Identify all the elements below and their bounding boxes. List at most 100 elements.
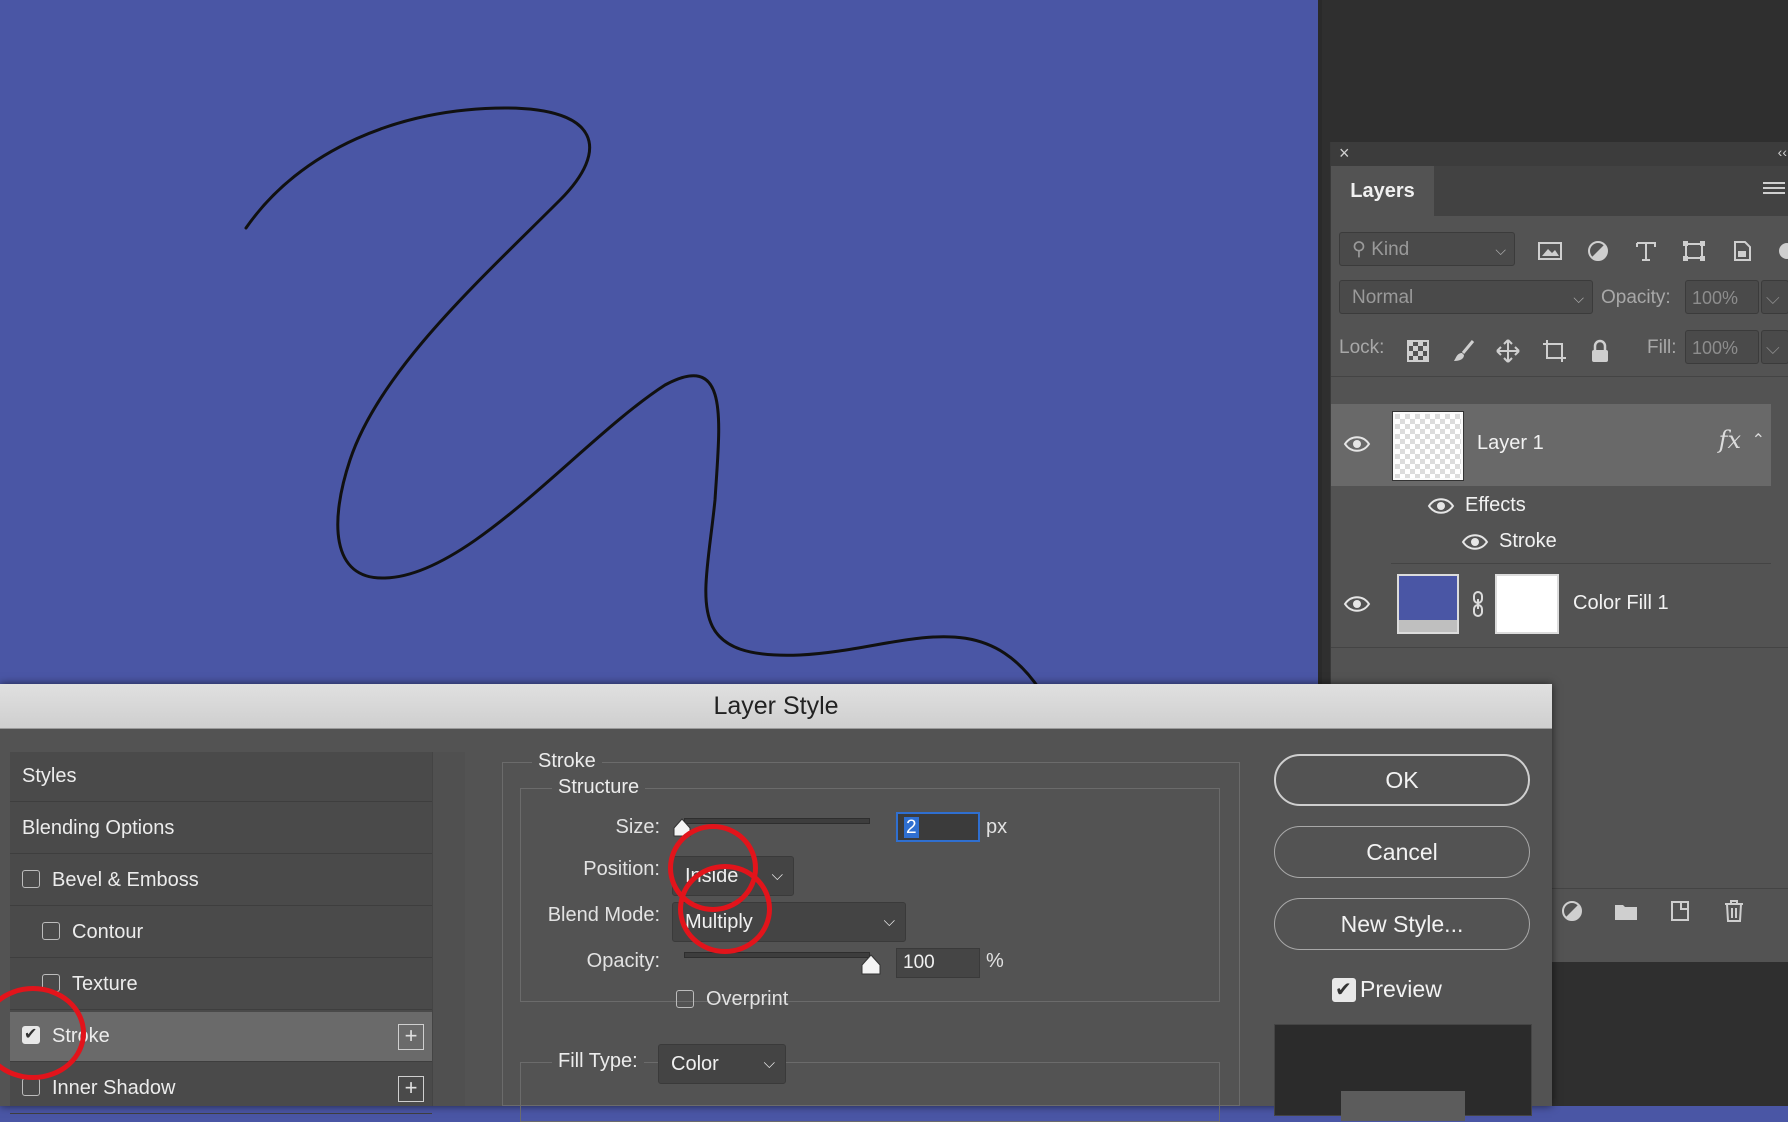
chevron-down-icon: ⌵ — [883, 913, 895, 930]
overprint-checkbox[interactable] — [676, 990, 694, 1008]
structure-group-title: Structure — [552, 776, 646, 799]
type-layer-filter-icon[interactable] — [1633, 240, 1659, 262]
layer-fill-field[interactable]: 100% — [1685, 330, 1759, 364]
position-value: Inside — [685, 865, 739, 887]
visibility-eye-icon[interactable] — [1343, 434, 1371, 454]
visibility-eye-icon[interactable] — [1427, 496, 1455, 516]
stroke-group-title: Stroke — [532, 750, 602, 773]
lock-transparent-pixels-icon[interactable] — [1405, 338, 1431, 364]
size-input[interactable]: 2 — [896, 812, 980, 842]
layer-mask-thumbnail[interactable] — [1495, 574, 1559, 634]
divider — [1331, 647, 1788, 648]
ok-button[interactable]: OK — [1274, 754, 1530, 806]
bevel-emboss-checkbox[interactable] — [22, 870, 40, 888]
style-item-stroke[interactable]: Stroke + — [10, 1012, 432, 1062]
style-item-label: Stroke — [52, 1025, 110, 1047]
opacity-label: Opacity: — [586, 950, 660, 972]
size-slider-thumb[interactable] — [672, 818, 692, 838]
lock-artboard-icon[interactable] — [1541, 338, 1567, 364]
lock-image-pixels-icon[interactable] — [1451, 338, 1477, 364]
style-item-texture[interactable]: Texture — [10, 960, 432, 1010]
style-item-styles[interactable]: Styles — [10, 752, 432, 802]
fill-dropdown-toggle[interactable]: ⌵ — [1761, 330, 1788, 364]
contour-checkbox[interactable] — [42, 922, 60, 940]
lock-position-icon[interactable] — [1495, 338, 1521, 364]
layer-name[interactable]: Layer 1 — [1477, 432, 1544, 455]
layer-name[interactable]: Color Fill 1 — [1573, 592, 1669, 615]
trash-icon[interactable] — [1721, 899, 1747, 923]
lock-label: Lock: — [1339, 337, 1385, 358]
style-item-bevel-emboss[interactable]: Bevel & Emboss — [10, 856, 432, 906]
fx-icon[interactable]: fx — [1719, 426, 1741, 454]
new-style-button[interactable]: New Style... — [1274, 898, 1530, 950]
lock-fill-row: Lock: Fill: 100% ⌵ — [1331, 326, 1788, 374]
lock-all-icon[interactable] — [1587, 338, 1613, 364]
document-canvas[interactable] — [0, 0, 1322, 690]
styles-list-scrollbar[interactable] — [432, 752, 465, 1106]
link-icon[interactable] — [1471, 590, 1485, 618]
position-select[interactable]: Inside ⌵ — [672, 856, 794, 896]
position-label: Position: — [583, 858, 660, 880]
opacity-dropdown-toggle[interactable]: ⌵ — [1761, 280, 1788, 314]
layer-thumbnail — [1392, 411, 1464, 481]
opacity-unit: % — [986, 950, 1004, 972]
stroke-effect-row[interactable]: Stroke — [1331, 524, 1771, 562]
panel-menu-icon[interactable] — [1763, 182, 1785, 196]
chevron-down-icon: ⌵ — [1766, 338, 1780, 358]
add-stroke-icon[interactable]: + — [398, 1024, 424, 1050]
layer-opacity-field[interactable]: 100% — [1685, 280, 1759, 314]
blend-opacity-row: Normal ⌵ Opacity: 100% ⌵ — [1331, 276, 1788, 324]
layer-row-layer-1[interactable]: Layer 1 fx ⌃ — [1331, 404, 1771, 486]
fill-type-value: Color — [671, 1053, 719, 1075]
cancel-button[interactable]: Cancel — [1274, 826, 1530, 878]
visibility-eye-icon[interactable] — [1461, 532, 1489, 552]
panel-topbar: × ‹‹ — [1331, 142, 1788, 166]
blend-mode-select[interactable]: Multiply ⌵ — [672, 902, 906, 942]
fill-color-thumbnail[interactable] — [1397, 574, 1459, 634]
texture-checkbox[interactable] — [42, 974, 60, 992]
size-unit: px — [986, 816, 1008, 838]
layer-row-color-fill-1[interactable]: Color Fill 1 — [1331, 564, 1771, 646]
chevron-down-icon: ⌵ — [1495, 242, 1506, 258]
adjustment-layer-icon[interactable] — [1559, 899, 1585, 923]
fill-type-label: Fill Type: — [552, 1050, 644, 1073]
size-slider[interactable] — [684, 818, 870, 824]
visibility-eye-icon[interactable] — [1343, 594, 1371, 614]
style-item-contour[interactable]: Contour — [10, 908, 432, 958]
style-preview-thumbnail — [1274, 1024, 1532, 1121]
style-item-label: Contour — [72, 921, 144, 943]
style-item-inner-shadow[interactable]: Inner Shadow + — [10, 1064, 432, 1114]
adjustment-layer-filter-icon[interactable] — [1585, 240, 1611, 262]
layer-effects-row[interactable]: Effects — [1331, 488, 1771, 524]
close-icon[interactable]: × — [1339, 143, 1350, 164]
opacity-slider-thumb[interactable] — [860, 954, 882, 976]
chevron-down-icon: ⌵ — [1573, 290, 1584, 306]
shape-layer-filter-icon[interactable] — [1681, 240, 1707, 262]
styles-list: Styles Blending Options Bevel & Emboss C… — [10, 752, 432, 1114]
filter-kind-dropdown[interactable]: ⚲ Kind ⌵ — [1339, 232, 1515, 266]
opacity-slider[interactable] — [684, 952, 870, 958]
style-item-blending-options[interactable]: Blending Options — [10, 804, 432, 854]
style-item-label: Texture — [72, 973, 138, 995]
chevron-up-icon[interactable]: ⌃ — [1752, 430, 1765, 450]
filter-toggle-icon[interactable] — [1773, 240, 1788, 262]
collapse-panel-icon[interactable]: ‹‹ — [1778, 144, 1787, 160]
blend-mode-value: Normal — [1352, 287, 1414, 308]
chevron-down-icon: ⌵ — [771, 867, 783, 884]
new-group-folder-icon[interactable] — [1613, 899, 1639, 923]
stroke-checkbox[interactable] — [22, 1024, 40, 1044]
fill-type-select[interactable]: Color ⌵ — [658, 1044, 786, 1084]
fill-label: Fill: — [1647, 337, 1677, 358]
pixel-layer-filter-icon[interactable] — [1537, 240, 1563, 262]
add-inner-shadow-icon[interactable]: + — [398, 1076, 424, 1102]
blend-mode-value: Multiply — [685, 911, 753, 933]
inner-shadow-checkbox[interactable] — [22, 1078, 40, 1096]
smart-object-filter-icon[interactable] — [1729, 240, 1755, 262]
opacity-input[interactable]: 100 — [896, 948, 980, 978]
preview-checkbox[interactable] — [1332, 977, 1356, 1002]
panel-tabbar: Layers — [1331, 166, 1788, 216]
style-item-label: Inner Shadow — [52, 1077, 176, 1099]
tab-layers[interactable]: Layers — [1331, 166, 1434, 216]
new-layer-icon[interactable] — [1667, 899, 1693, 923]
layer-blend-mode-dropdown[interactable]: Normal ⌵ — [1339, 280, 1593, 314]
